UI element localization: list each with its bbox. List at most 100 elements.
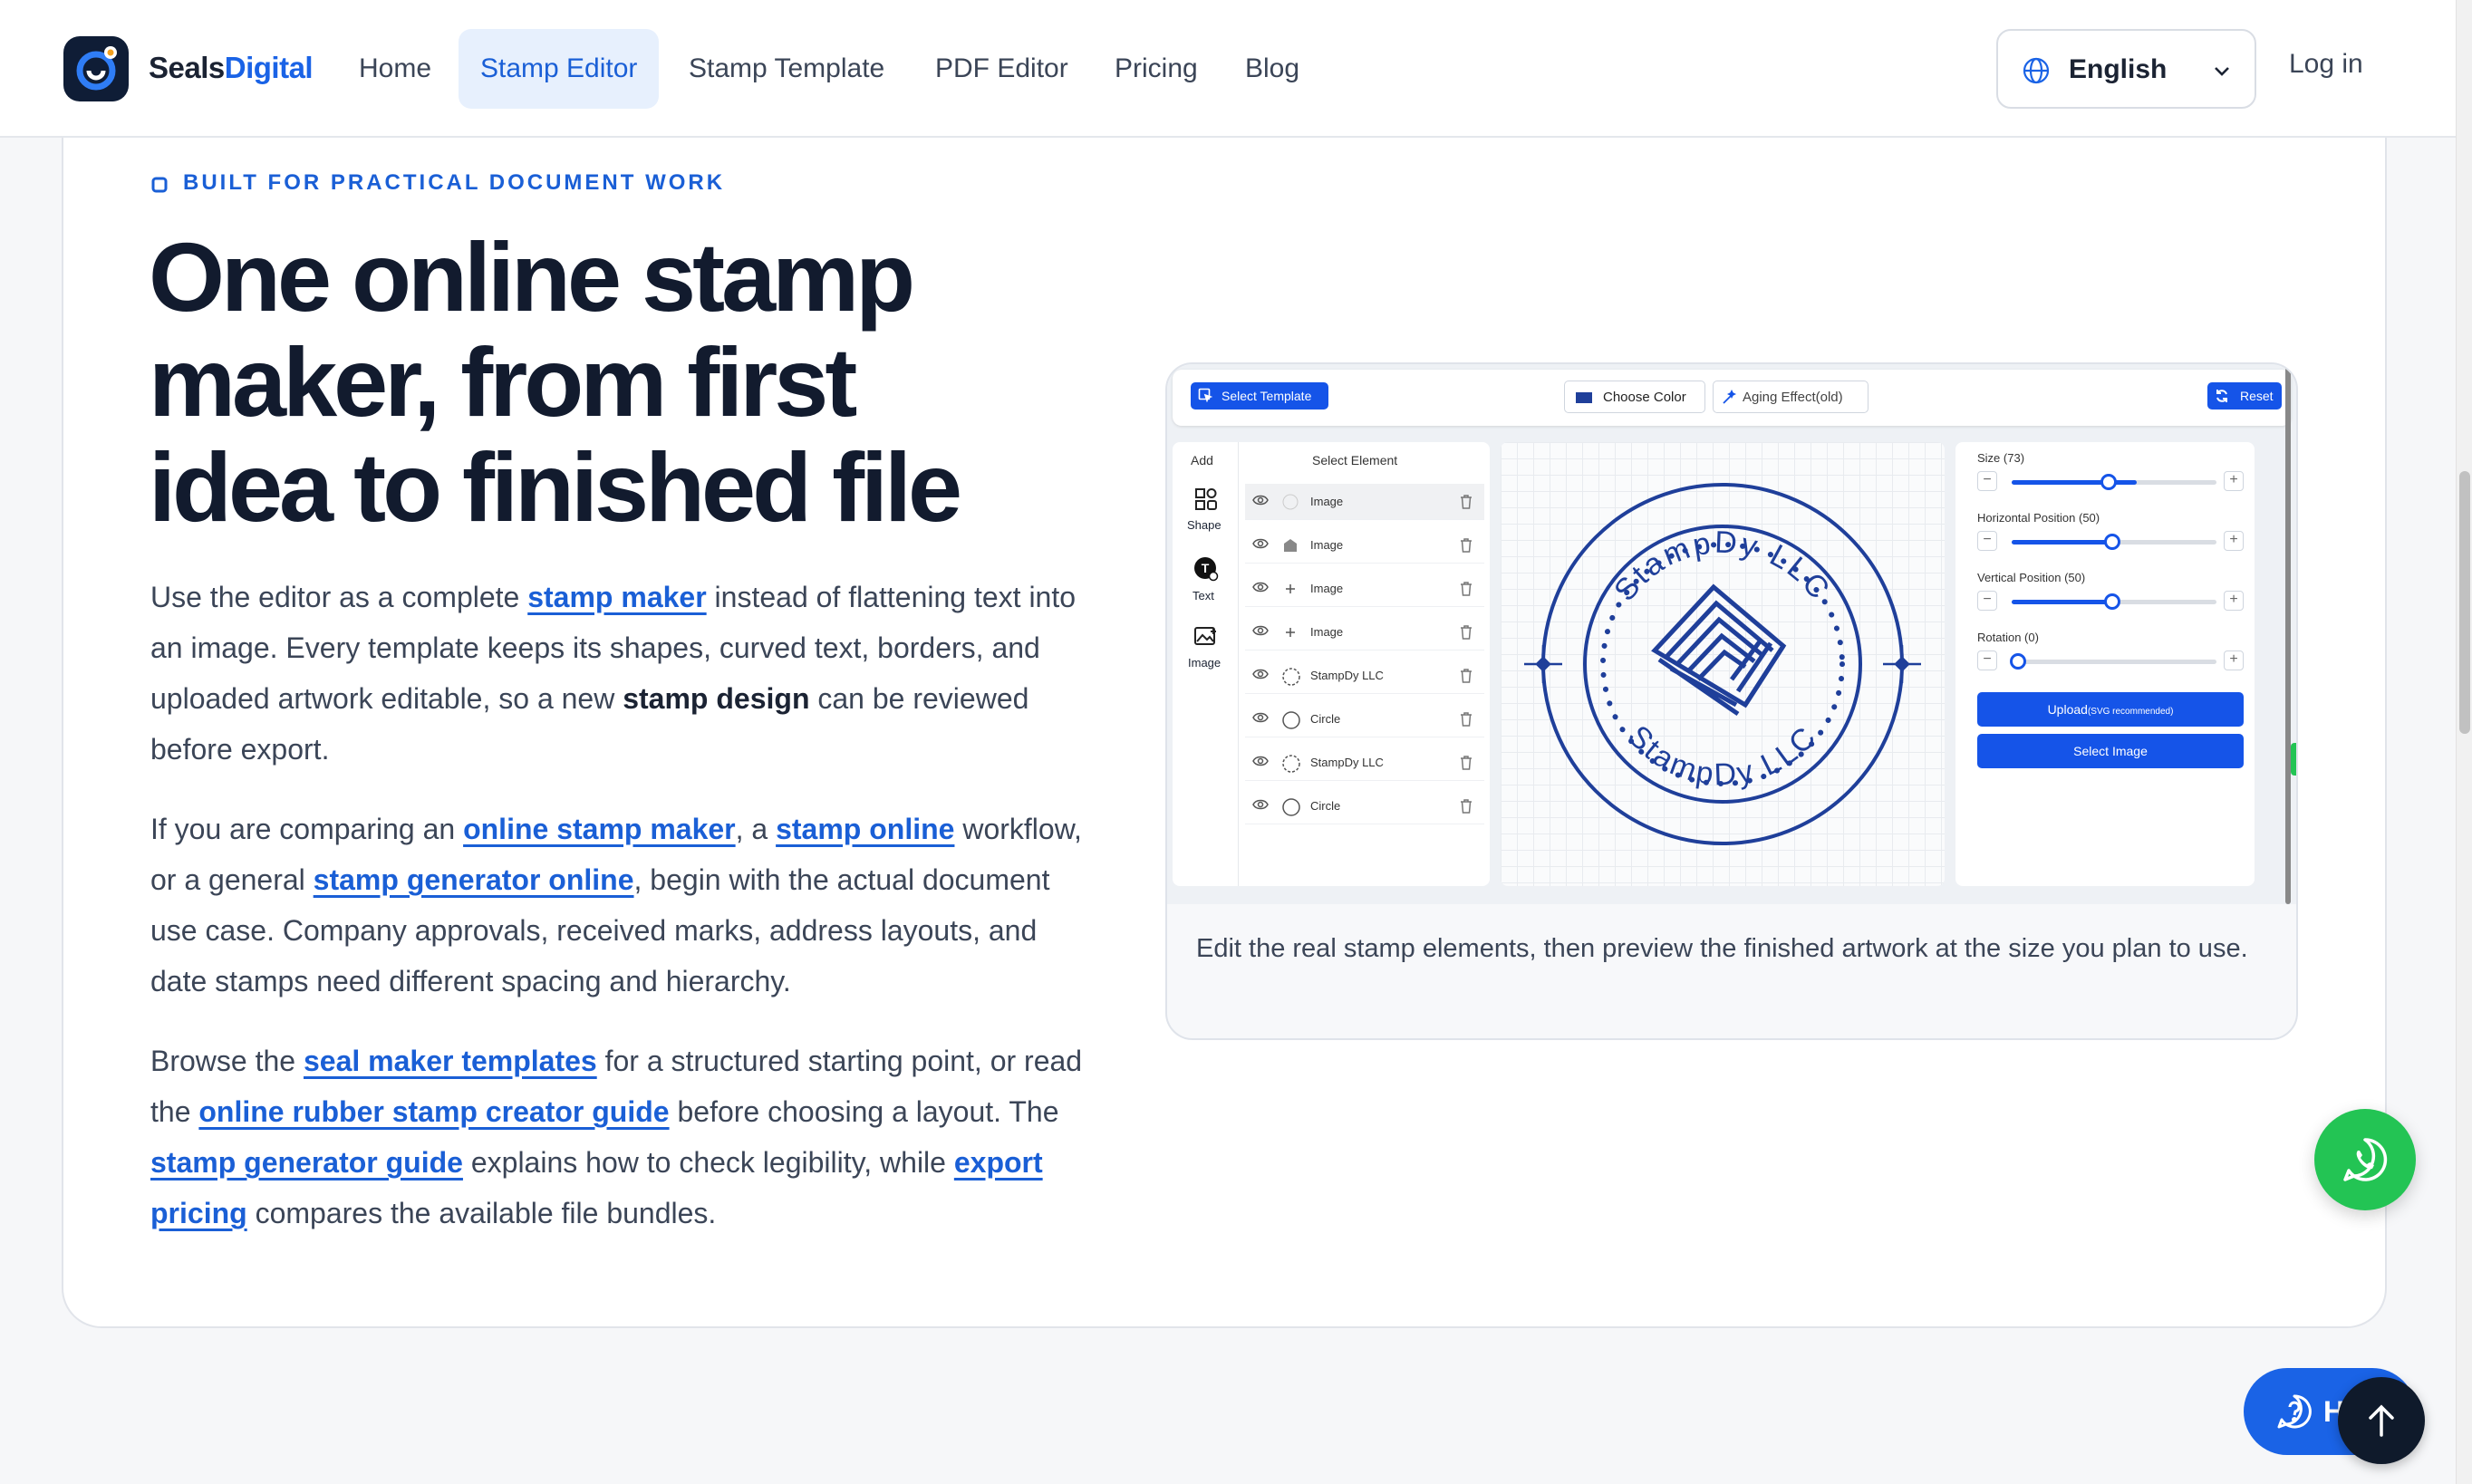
p2-text-1: If you are comparing an xyxy=(150,813,464,845)
logo-icon[interactable] xyxy=(63,36,129,101)
trash-icon[interactable] xyxy=(1459,668,1473,689)
select-image-button[interactable]: Select Image xyxy=(1977,734,2244,768)
login-link[interactable]: Log in xyxy=(2289,49,2363,80)
link-rubber-stamp-guide[interactable]: online rubber stamp creator guide xyxy=(198,1095,669,1128)
add-text-tool[interactable]: T Text xyxy=(1182,556,1229,611)
nav-home[interactable]: Home xyxy=(337,29,453,109)
text-icon: T xyxy=(1193,556,1219,586)
building-logo-icon xyxy=(1651,583,1787,717)
link-stamp-online[interactable]: stamp online xyxy=(776,813,954,845)
p3-text-1: Browse the xyxy=(150,1045,304,1077)
nav-pricing[interactable]: Pricing xyxy=(1093,29,1220,109)
eye-icon[interactable] xyxy=(1252,755,1269,772)
back-to-top-button[interactable] xyxy=(2338,1377,2425,1464)
trash-icon[interactable] xyxy=(1459,755,1473,776)
element-thumb-icon xyxy=(1281,710,1301,735)
element-thumb-icon xyxy=(1281,623,1299,646)
eye-icon[interactable] xyxy=(1252,668,1269,685)
color-swatch xyxy=(1576,392,1592,403)
reset-button[interactable]: Reset xyxy=(2207,382,2282,410)
rotation-label: Rotation (0) xyxy=(1977,631,2039,644)
trash-icon[interactable] xyxy=(1459,624,1473,645)
text-label: Text xyxy=(1193,589,1214,602)
link-stamp-maker[interactable]: stamp maker xyxy=(527,581,706,613)
choose-color-label: Choose Color xyxy=(1603,390,1686,405)
eye-icon[interactable] xyxy=(1252,494,1269,511)
size-increase-button[interactable]: + xyxy=(2224,471,2244,491)
globe-icon xyxy=(2022,56,2051,90)
chat-help-icon xyxy=(2276,1393,2313,1434)
stamp-canvas[interactable]: StampDy LLC StampDy LLC xyxy=(1501,442,1945,886)
upload-button[interactable]: Upload(SVG recommended) xyxy=(1977,692,2244,727)
element-row[interactable]: Circle xyxy=(1245,701,1484,737)
element-row[interactable]: Image xyxy=(1245,614,1484,650)
whatsapp-button[interactable] xyxy=(2314,1109,2416,1210)
svg-text:T: T xyxy=(1202,561,1210,575)
size-label: Size (73) xyxy=(1977,451,2025,465)
eye-icon[interactable] xyxy=(1252,798,1269,815)
reset-label: Reset xyxy=(2240,389,2274,403)
vpos-increase-button[interactable]: + xyxy=(2224,591,2244,611)
eye-icon[interactable] xyxy=(1252,581,1269,598)
rotation-slider[interactable] xyxy=(2012,660,2216,664)
trash-icon[interactable] xyxy=(1459,494,1473,515)
element-thumb-icon xyxy=(1281,580,1299,602)
nav-pdf-editor[interactable]: PDF Editor xyxy=(913,29,1090,109)
scrollbar-thumb[interactable] xyxy=(2459,471,2470,734)
trash-icon[interactable] xyxy=(1459,798,1473,819)
hpos-decrease-button[interactable]: − xyxy=(1977,531,1997,551)
nav-blog[interactable]: Blog xyxy=(1223,29,1321,109)
shapes-icon xyxy=(1194,487,1218,516)
element-row[interactable]: Image xyxy=(1245,484,1484,520)
p3-text-4: explains how to check legibility, while xyxy=(462,1146,954,1179)
language-selector[interactable]: English xyxy=(1996,29,2256,109)
vpos-slider-knob[interactable] xyxy=(2104,593,2120,610)
choose-color-button[interactable]: Choose Color xyxy=(1564,381,1705,413)
trash-icon[interactable] xyxy=(1459,711,1473,732)
eye-icon[interactable] xyxy=(1252,537,1269,554)
element-label: Circle xyxy=(1310,712,1341,726)
nav-stamp-editor[interactable]: Stamp Editor xyxy=(459,29,660,109)
brand-part-1: Seals xyxy=(149,51,225,84)
element-row[interactable]: StampDy LLC xyxy=(1245,658,1484,694)
link-online-stamp-maker[interactable]: online stamp maker xyxy=(463,813,736,845)
size-slider-knob[interactable] xyxy=(2100,474,2117,490)
eye-icon[interactable] xyxy=(1252,711,1269,728)
rotation-decrease-button[interactable]: − xyxy=(1977,650,1997,670)
element-label: Image xyxy=(1310,582,1344,595)
screenshot-scrollbar xyxy=(2285,364,2291,904)
trash-icon[interactable] xyxy=(1459,581,1473,602)
link-stamp-generator-online[interactable]: stamp generator online xyxy=(314,863,634,896)
element-label: Image xyxy=(1310,625,1344,639)
element-row[interactable]: Image xyxy=(1245,571,1484,607)
link-stamp-generator-guide[interactable]: stamp generator guide xyxy=(150,1146,463,1179)
hpos-slider-knob[interactable] xyxy=(2104,534,2120,550)
size-decrease-button[interactable]: − xyxy=(1977,471,1997,491)
element-row[interactable]: StampDy LLC xyxy=(1245,745,1484,781)
element-row[interactable]: Circle xyxy=(1245,788,1484,824)
trash-icon[interactable] xyxy=(1459,537,1473,558)
arrow-up-icon xyxy=(2365,1402,2398,1443)
stamp-artwork[interactable]: StampDy LLC StampDy LLC xyxy=(1501,442,1945,886)
site-header: SealsDigital Home Stamp Editor Stamp Tem… xyxy=(0,0,2456,138)
select-template-button[interactable]: Select Template xyxy=(1191,382,1328,410)
size-fill xyxy=(2012,480,2137,485)
brand-name[interactable]: SealsDigital xyxy=(149,51,314,85)
add-shape-tool[interactable]: Shape xyxy=(1182,487,1229,542)
title-line-3: idea to finished file xyxy=(149,432,962,542)
vpos-decrease-button[interactable]: − xyxy=(1977,591,1997,611)
link-seal-maker-templates[interactable]: seal maker templates xyxy=(304,1045,597,1077)
aging-effect-button[interactable]: Aging Effect(old) xyxy=(1713,381,1868,413)
upload-note: (SVG recommended) xyxy=(2087,707,2174,717)
nav-stamp-template[interactable]: Stamp Template xyxy=(667,29,906,109)
horizontal-position-label: Horizontal Position (50) xyxy=(1977,511,2100,525)
eye-icon[interactable] xyxy=(1252,624,1269,641)
element-row[interactable]: Image xyxy=(1245,527,1484,564)
rotation-slider-knob[interactable] xyxy=(2010,653,2026,670)
hpos-increase-button[interactable]: + xyxy=(2224,531,2244,551)
page-scrollbar[interactable] xyxy=(2456,0,2472,1484)
add-image-tool[interactable]: Image xyxy=(1182,625,1229,679)
rotation-increase-button[interactable]: + xyxy=(2224,650,2244,670)
element-label: StampDy LLC xyxy=(1310,756,1384,769)
magic-wand-icon xyxy=(1721,389,1737,410)
